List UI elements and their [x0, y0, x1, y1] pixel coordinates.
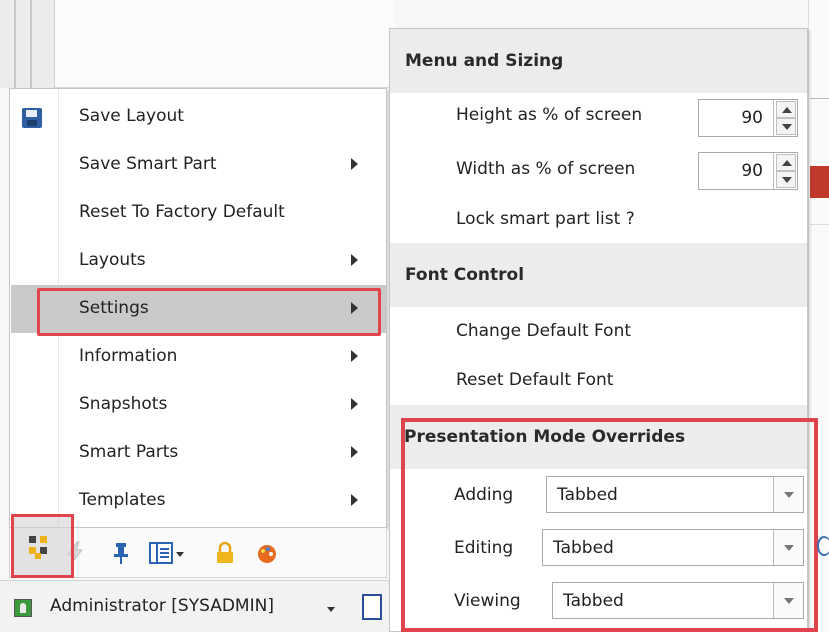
- pin-icon[interactable]: [108, 540, 134, 566]
- lock-icon[interactable]: [212, 540, 238, 566]
- width-percent-stepper[interactable]: 90: [698, 152, 798, 190]
- column-layout-icon[interactable]: [148, 540, 188, 566]
- menu-item-label: Reset To Factory Default: [79, 202, 285, 222]
- lock-smart-part-list-option[interactable]: Lock smart part list ?: [456, 209, 635, 229]
- current-user-label[interactable]: Administrator [SYSADMIN]: [50, 596, 274, 616]
- stepper-up-icon[interactable]: [776, 154, 796, 171]
- gutter-stripe: [30, 0, 32, 88]
- submenu-arrow-icon: [351, 350, 358, 362]
- submenu-arrow-icon: [351, 398, 358, 410]
- chevron-down-icon[interactable]: [327, 607, 335, 612]
- stepper-buttons: [773, 100, 797, 136]
- submenu-arrow-icon: [351, 494, 358, 506]
- menu-item-save-smart-part[interactable]: Save Smart Part: [11, 141, 387, 189]
- submenu-arrow-icon: [351, 158, 358, 170]
- menu-item-layouts[interactable]: Layouts: [11, 237, 387, 285]
- user-icon: [14, 599, 32, 617]
- menu-item-label: Save Smart Part: [79, 154, 217, 174]
- status-bar: Administrator [SYSADMIN]: [0, 580, 400, 632]
- height-percent-value: 90: [741, 108, 763, 128]
- settings-highlight-box: [37, 288, 381, 336]
- section-title: Menu and Sizing: [405, 51, 564, 71]
- stepper-buttons: [773, 153, 797, 189]
- height-percent-label: Height as % of screen: [456, 105, 643, 125]
- stepper-down-icon[interactable]: [776, 171, 796, 188]
- height-percent-stepper[interactable]: 90: [698, 99, 798, 137]
- menu-item-information[interactable]: Information: [11, 333, 387, 381]
- background-divider: [810, 98, 829, 99]
- menu-item-label: Information: [79, 346, 178, 366]
- width-percent-value: 90: [741, 161, 763, 181]
- menu-item-label: Smart Parts: [79, 442, 179, 462]
- menu-item-label: Save Layout: [79, 106, 184, 126]
- change-default-font-option[interactable]: Change Default Font: [456, 321, 631, 341]
- menu-item-save-layout[interactable]: Save Layout: [11, 93, 387, 141]
- background-red-bar: [810, 166, 829, 198]
- menu-item-snapshots[interactable]: Snapshots: [11, 381, 387, 429]
- menu-item-reset-to-factory-default[interactable]: Reset To Factory Default: [11, 189, 387, 237]
- menu-item-label: Templates: [79, 490, 166, 510]
- overrides-highlight-box: [401, 418, 818, 632]
- background-topbar: [55, 0, 395, 88]
- background-divider: [810, 224, 829, 225]
- gutter-stripe: [14, 0, 16, 88]
- reset-default-font-option[interactable]: Reset Default Font: [456, 370, 613, 390]
- stepper-up-icon[interactable]: [776, 101, 796, 118]
- floppy-disk-icon: [22, 108, 42, 128]
- layout-menu-icon[interactable]: [26, 533, 56, 561]
- section-title: Font Control: [405, 265, 525, 285]
- menu-item-label: Layouts: [79, 250, 146, 270]
- width-percent-label: Width as % of screen: [456, 159, 636, 179]
- menu-item-label: Snapshots: [79, 394, 168, 414]
- info-icon[interactable]: [817, 536, 829, 556]
- submenu-arrow-icon: [351, 254, 358, 266]
- section-menu-and-sizing: Menu and Sizing: [390, 29, 807, 93]
- stepper-down-icon[interactable]: [776, 118, 796, 135]
- grid-icon[interactable]: [362, 594, 382, 620]
- palette-icon[interactable]: [254, 540, 280, 566]
- layout-menu-button-highlight: [11, 514, 74, 578]
- menu-item-smart-parts[interactable]: Smart Parts: [11, 429, 387, 477]
- left-gutter: [0, 0, 55, 88]
- submenu-arrow-icon: [351, 446, 358, 458]
- section-font-control: Font Control: [390, 243, 807, 307]
